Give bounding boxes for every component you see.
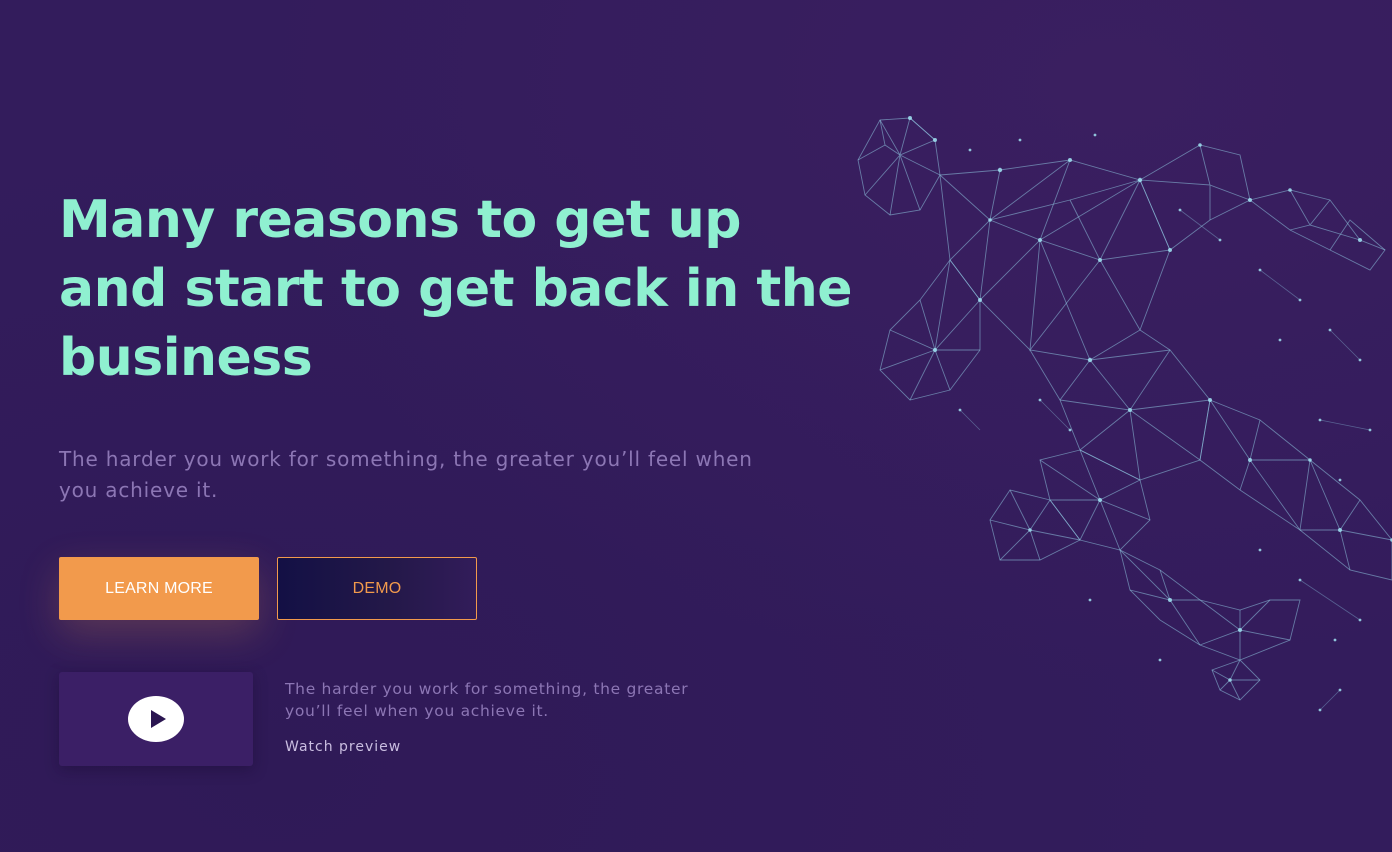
watch-preview-link[interactable]: Watch preview [285,739,401,755]
hero-subtitle: The harder you work for something, the g… [59,447,753,502]
play-icon [151,710,166,728]
video-thumbnail[interactable] [59,672,253,766]
hero-title: Many reasons to get up and start to get … [59,190,853,388]
demo-button[interactable]: DEMO [277,557,477,620]
low-poly-runner-illustration [857,116,1392,712]
preview-description: The harder you work for something, the g… [285,680,689,720]
learn-more-button[interactable]: LEARN MORE [59,557,259,620]
play-button[interactable] [128,696,184,742]
